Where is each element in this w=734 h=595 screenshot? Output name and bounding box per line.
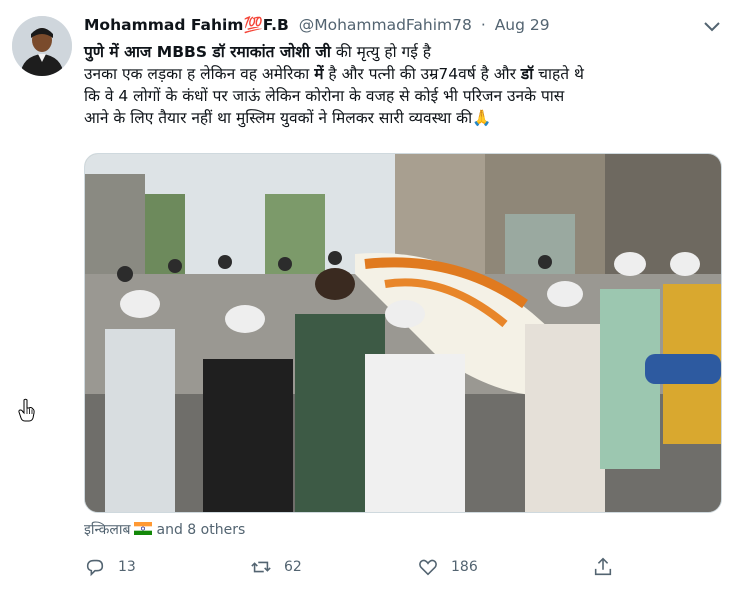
retweet-icon xyxy=(251,561,271,573)
author-name[interactable]: Mohammad Fahim💯F.B xyxy=(84,16,289,34)
tweet-text-span: उनका एक लड़का ह लेकिन वह अमेरिका xyxy=(84,65,315,83)
avatar[interactable] xyxy=(12,16,72,76)
tweet-photo[interactable] xyxy=(84,153,722,513)
share-icon xyxy=(594,557,612,576)
tweet-text: पुणे में आज MBBS डॉ रमाकांत जोशी जी की म… xyxy=(84,41,724,129)
chevron-down-icon[interactable] xyxy=(700,14,724,38)
tweet-card[interactable]: Mohammad Fahim💯F.B @MohammadFahim78 · Au… xyxy=(0,0,734,595)
tweet-text-span: चाहते थे xyxy=(533,65,584,83)
liked-by-line[interactable]: इन्किलाब and 8 others xyxy=(84,520,245,539)
reply-button[interactable]: 13 xyxy=(84,556,136,578)
tweet-text-bold: पुणे में आज MBBS डॉ रमाकांत जोशी जी xyxy=(84,43,331,61)
funeral-procession-photo xyxy=(85,154,721,512)
tweet-date[interactable]: Aug 29 xyxy=(495,16,550,34)
tweet-text-line-2: उनका एक लड़का ह लेकिन वह अमेरिका में है … xyxy=(84,63,724,85)
retweet-button[interactable]: 62 xyxy=(250,556,302,578)
like-button[interactable]: 186 xyxy=(417,556,478,578)
liked-by-others[interactable]: and 8 others xyxy=(157,522,246,538)
heart-icon xyxy=(419,559,437,576)
separator-dot: · xyxy=(480,16,486,34)
tweet-text-span: की मृत्यु हो गई है xyxy=(330,43,432,61)
like-count: 186 xyxy=(451,559,478,575)
tweet-text-line-4: आने के लिए तैयार नहीं था मुस्लिम युवकों … xyxy=(84,109,492,127)
tweet-text-span: है और पत्नी की उम्र74वर्ष है और xyxy=(323,65,521,83)
tweet-text-line-3: कि वे 4 लोगों के कंधों पर जाऊं लेकिन कोर… xyxy=(84,87,565,105)
retweet-count: 62 xyxy=(284,559,302,575)
tweet-text-bold: डॉ xyxy=(520,65,534,83)
liked-by-name[interactable]: इन्किलाब xyxy=(84,522,131,538)
reply-icon xyxy=(86,559,104,577)
hand-cursor-icon xyxy=(18,398,36,422)
tweet-actions: 13 62 186 xyxy=(84,556,724,582)
india-flag-icon xyxy=(133,522,152,535)
author-handle[interactable]: @MohammadFahim78 xyxy=(299,16,472,34)
share-button[interactable] xyxy=(592,556,614,578)
reply-count: 13 xyxy=(118,559,136,575)
tweet-text-line-1: पुणे में आज MBBS डॉ रमाकांत जोशी जी की म… xyxy=(84,41,724,63)
tweet-header: Mohammad Fahim💯F.B @MohammadFahim78 · Au… xyxy=(84,16,684,38)
